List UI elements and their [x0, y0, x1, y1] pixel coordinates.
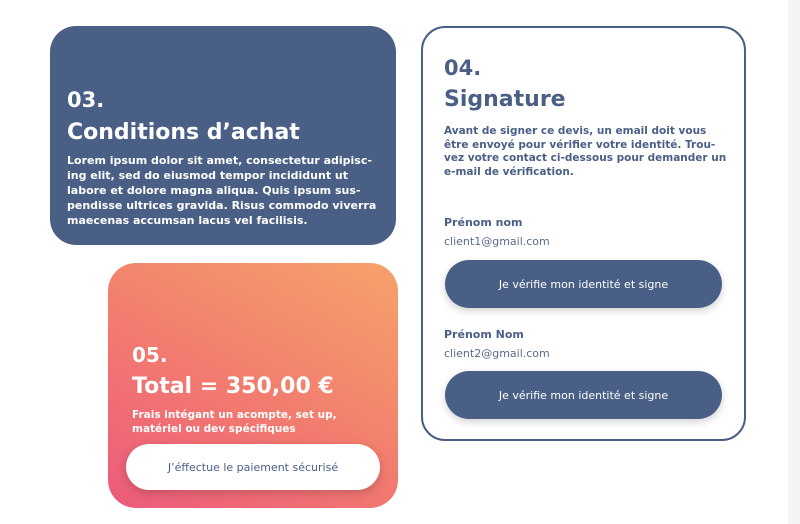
- total-number: 05.: [132, 343, 168, 367]
- conditions-title: Conditions d’achat: [67, 120, 300, 145]
- conditions-body: Lorem ipsum dolor sit amet, consectetur …: [67, 154, 377, 227]
- client-2-name: Prénom Nom: [444, 328, 524, 341]
- total-amount: Total = 350,00 €: [132, 374, 334, 399]
- client-2-verify-button[interactable]: Je vérifie mon identité et signe: [445, 371, 722, 419]
- conditions-number: 03.: [67, 88, 105, 112]
- signature-number: 04.: [444, 56, 482, 80]
- signature-title: Signature: [444, 87, 566, 112]
- total-description: Frais intégant un acompte, set up, matér…: [132, 409, 337, 435]
- conditions-card: 03. Conditions d’achat Lorem ipsum dolor…: [50, 26, 396, 245]
- client-1-verify-button[interactable]: Je vérifie mon identité et signe: [445, 260, 722, 308]
- signature-card: 04. Signature Avant de signer ce devis, …: [421, 26, 746, 441]
- client-2-email: client2@gmail.com: [444, 347, 550, 360]
- client-1-email: client1@gmail.com: [444, 235, 550, 248]
- page-edge-strip: [788, 0, 800, 524]
- secure-payment-button[interactable]: J’éffectue le paiement sécurisé: [126, 444, 380, 490]
- client-1-name: Prénom nom: [444, 216, 523, 229]
- signature-description: Avant de signer ce devis, un email doit …: [444, 125, 727, 178]
